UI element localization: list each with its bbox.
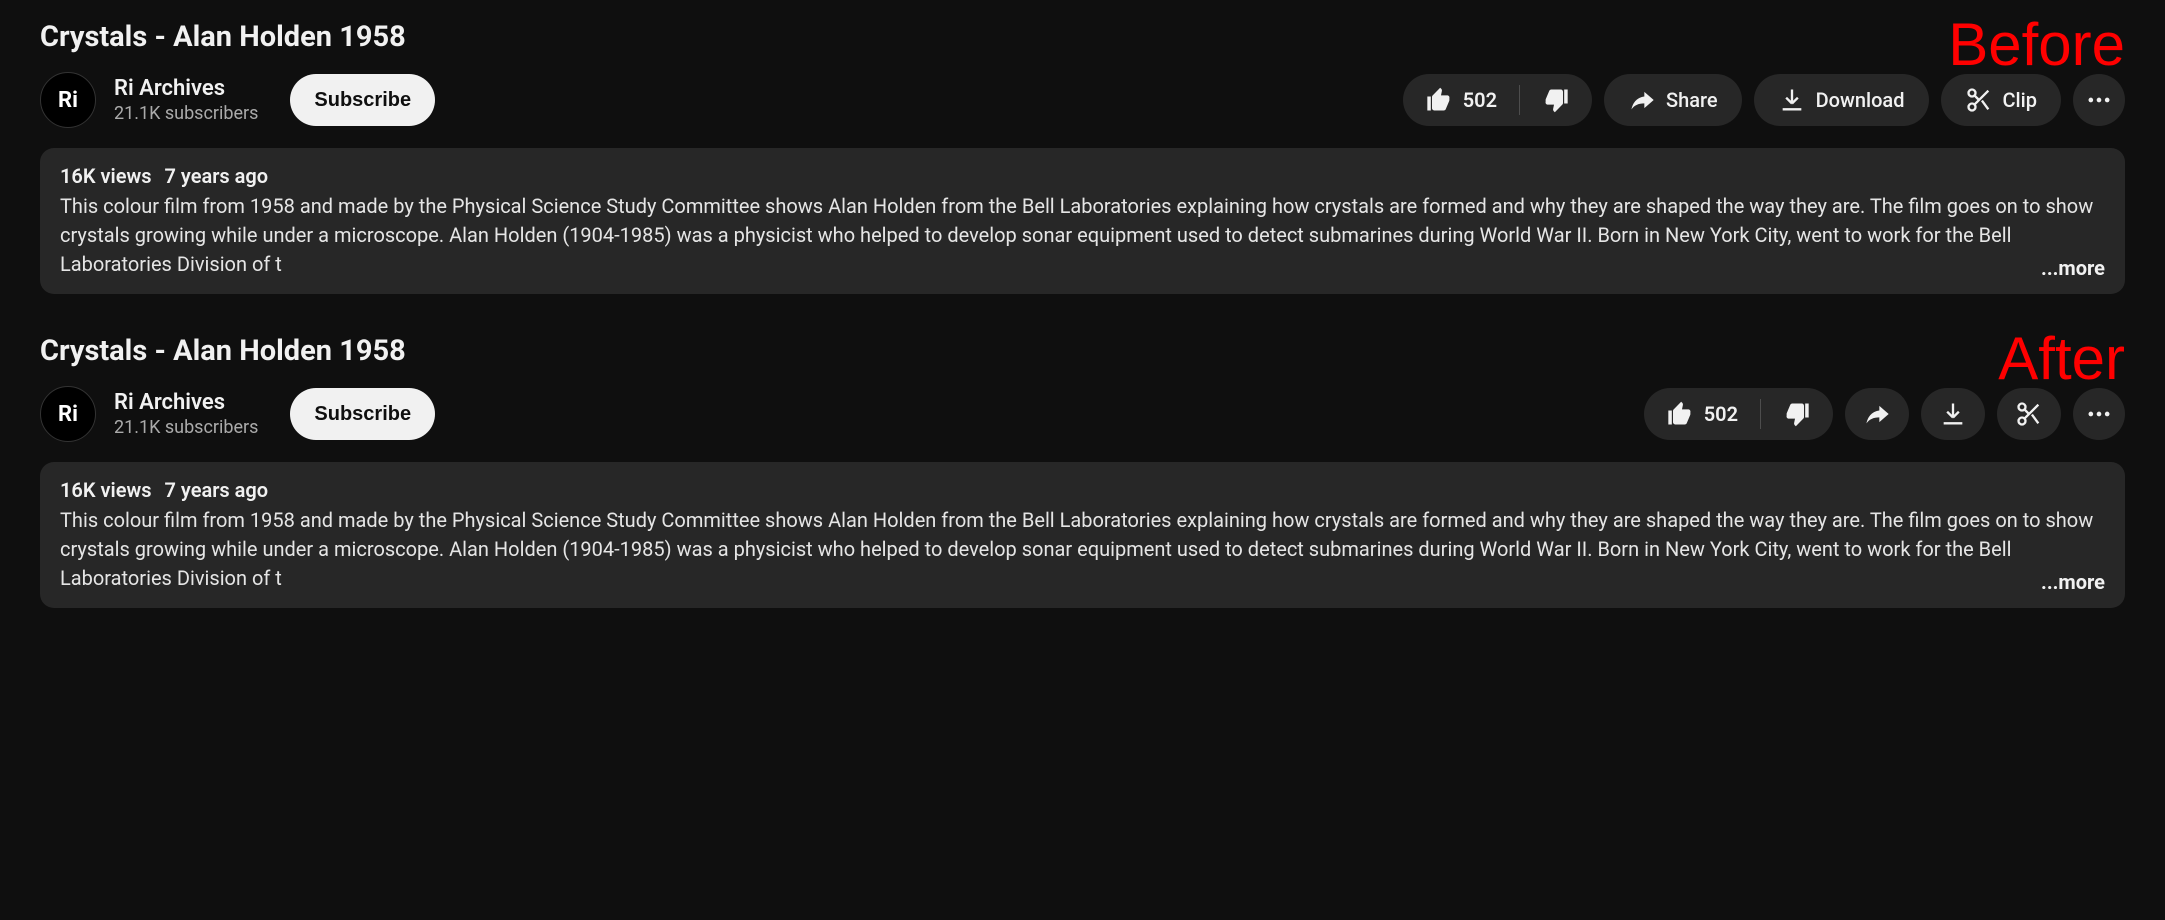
share-label: Share — [1666, 88, 1718, 112]
subscriber-count: 21.1K subscribers — [114, 103, 258, 124]
share-button[interactable] — [1845, 388, 1909, 440]
channel-block: Ri Ri Archives 21.1K subscribers Subscri… — [40, 72, 435, 128]
more-horizontal-icon — [2085, 86, 2113, 114]
download-label: Download — [1816, 88, 1905, 112]
dislike-button[interactable] — [1761, 388, 1833, 440]
description-box[interactable]: 16K views 7 years ago This colour film f… — [40, 148, 2125, 294]
description-meta: 16K views 7 years ago — [60, 478, 2105, 502]
like-dislike-segment: 502 — [1644, 388, 1833, 440]
before-section: Before Crystals - Alan Holden 1958 Ri Ri… — [40, 20, 2125, 294]
description-text: This colour film from 1958 and made by t… — [60, 192, 2105, 278]
actions-row-before: 502 Share Download Clip — [1403, 74, 2125, 126]
dislike-button[interactable] — [1520, 74, 1592, 126]
video-title: Crystals - Alan Holden 1958 — [40, 334, 2125, 368]
show-more-button[interactable]: ...more — [2033, 256, 2105, 280]
more-actions-button[interactable] — [2073, 74, 2125, 126]
after-section: After Crystals - Alan Holden 1958 Ri Ri … — [40, 334, 2125, 608]
download-icon — [1939, 400, 1967, 428]
view-count: 16K views — [60, 478, 152, 502]
view-count: 16K views — [60, 164, 152, 188]
channel-name[interactable]: Ri Archives — [114, 390, 258, 415]
channel-block: Ri Ri Archives 21.1K subscribers Subscri… — [40, 386, 435, 442]
clip-button[interactable]: Clip — [1941, 74, 2062, 126]
actions-row-after: 502 — [1644, 388, 2125, 440]
channel-name[interactable]: Ri Archives — [114, 76, 258, 101]
download-icon — [1778, 86, 1806, 114]
upload-age: 7 years ago — [165, 478, 269, 502]
description-text: This colour film from 1958 and made by t… — [60, 506, 2105, 592]
like-button[interactable]: 502 — [1403, 74, 1519, 126]
share-icon — [1628, 86, 1656, 114]
channel-avatar[interactable]: Ri — [40, 386, 96, 442]
clip-label: Clip — [2003, 88, 2038, 112]
subscriber-count: 21.1K subscribers — [114, 417, 258, 438]
after-label: After — [1998, 324, 2125, 393]
scissors-icon — [2015, 400, 2043, 428]
channel-text: Ri Archives 21.1K subscribers — [114, 76, 258, 124]
thumbs-up-icon — [1425, 86, 1453, 114]
channel-avatar[interactable]: Ri — [40, 72, 96, 128]
before-label: Before — [1948, 10, 2125, 79]
like-dislike-segment: 502 — [1403, 74, 1592, 126]
scissors-icon — [1965, 86, 1993, 114]
thumbs-up-icon — [1666, 400, 1694, 428]
description-meta: 16K views 7 years ago — [60, 164, 2105, 188]
more-horizontal-icon — [2085, 400, 2113, 428]
download-button[interactable] — [1921, 388, 1985, 440]
meta-row: Ri Ri Archives 21.1K subscribers Subscri… — [40, 386, 2125, 442]
thumbs-down-icon — [1542, 86, 1570, 114]
subscribe-button[interactable]: Subscribe — [290, 388, 435, 440]
like-count: 502 — [1463, 88, 1497, 112]
thumbs-down-icon — [1783, 400, 1811, 428]
meta-row: Ri Ri Archives 21.1K subscribers Subscri… — [40, 72, 2125, 128]
download-button[interactable]: Download — [1754, 74, 1929, 126]
like-button[interactable]: 502 — [1644, 388, 1760, 440]
upload-age: 7 years ago — [165, 164, 269, 188]
description-box[interactable]: 16K views 7 years ago This colour film f… — [40, 462, 2125, 608]
subscribe-button[interactable]: Subscribe — [290, 74, 435, 126]
more-actions-button[interactable] — [2073, 388, 2125, 440]
channel-text: Ri Archives 21.1K subscribers — [114, 390, 258, 438]
video-title: Crystals - Alan Holden 1958 — [40, 20, 2125, 54]
show-more-button[interactable]: ...more — [2033, 570, 2105, 594]
clip-button[interactable] — [1997, 388, 2061, 440]
share-icon — [1863, 400, 1891, 428]
share-button[interactable]: Share — [1604, 74, 1742, 126]
like-count: 502 — [1704, 402, 1738, 426]
